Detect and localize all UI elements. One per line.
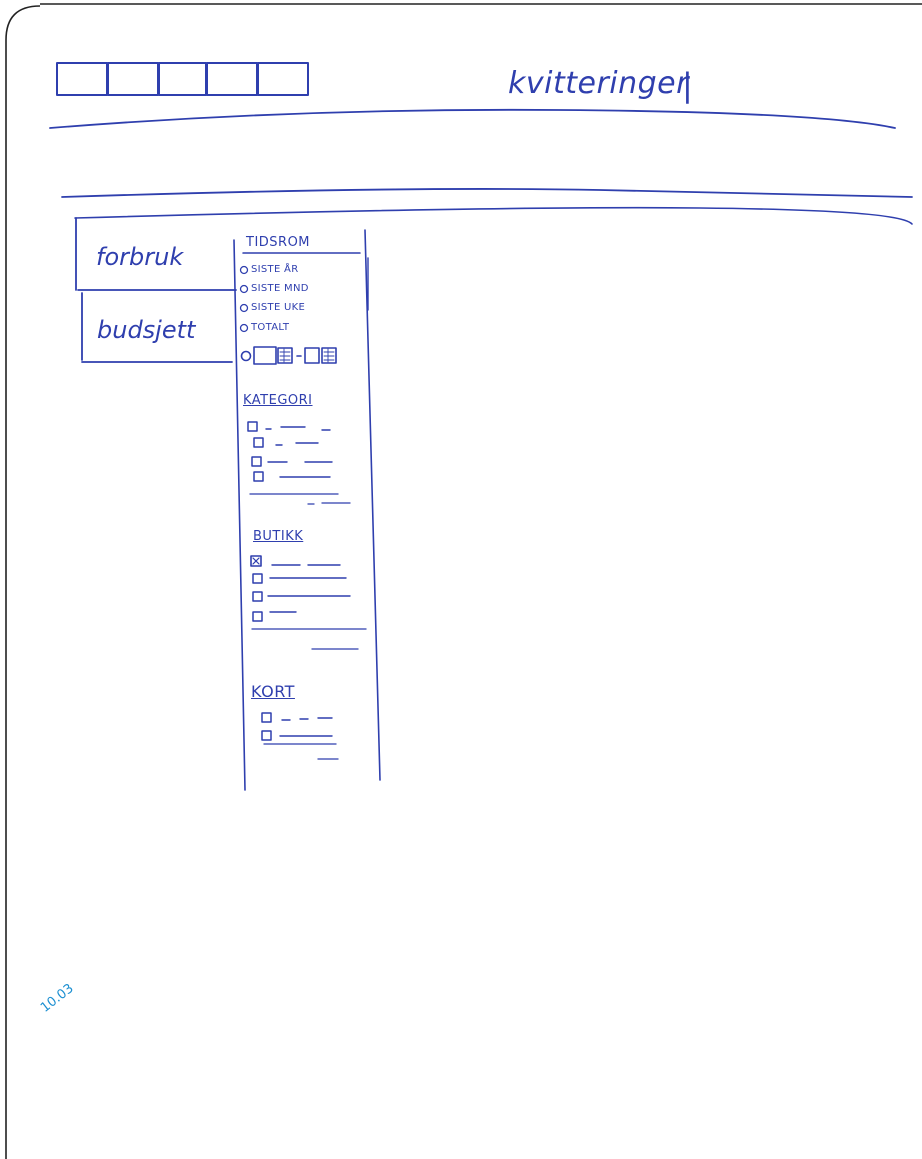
butikk-list <box>250 555 367 650</box>
filter-panel-right-border <box>364 229 381 781</box>
sidebar-item-label: budsjett <box>97 316 196 344</box>
kategori-checkbox-1[interactable] <box>247 421 258 432</box>
kategori-checkbox-2[interactable] <box>253 437 264 448</box>
toolbar-button-4[interactable] <box>206 62 258 96</box>
option-siste-mnd[interactable]: SISTE MND <box>251 283 309 294</box>
toolbar-button-5[interactable] <box>257 62 309 96</box>
custom-range-row <box>240 346 337 365</box>
kort-list <box>261 712 339 760</box>
radio-totalt[interactable] <box>239 323 249 333</box>
kort-heading: KORT <box>251 682 295 701</box>
option-totalt[interactable]: TOTALT <box>251 322 289 333</box>
kategori-checkbox-3[interactable] <box>251 456 262 467</box>
page-frame <box>5 3 922 1159</box>
range-end-field[interactable] <box>304 347 320 364</box>
radio-siste-ar[interactable] <box>239 265 249 275</box>
radio-siste-uke[interactable] <box>239 303 249 313</box>
sketch-canvas <box>5 3 922 1159</box>
kort-checkbox-2[interactable] <box>261 730 272 741</box>
sidebar-item-label: forbruk <box>96 243 184 271</box>
radio-siste-mnd[interactable] <box>239 284 249 294</box>
toolbar-button-2[interactable] <box>107 62 159 96</box>
butikk-checkbox-3[interactable] <box>252 591 263 602</box>
title-cursor: | <box>682 66 693 104</box>
band-line-bottom <box>74 206 913 225</box>
sidebar-item-budsjett[interactable]: budsjett <box>97 316 195 344</box>
toolbar-button-1[interactable] <box>56 62 108 96</box>
kategori-checkbox-4[interactable] <box>253 471 264 482</box>
kategori-heading: KATEGORI <box>243 393 313 408</box>
kategori-list <box>247 421 351 505</box>
filter-panel-left-border <box>233 239 246 791</box>
option-siste-uke[interactable]: SISTE UKE <box>251 302 305 313</box>
option-siste-ar[interactable]: SISTE ÅR <box>251 264 298 275</box>
range-start-calendar-icon[interactable] <box>277 347 293 364</box>
butikk-checkbox-2[interactable] <box>252 573 263 584</box>
range-end-calendar-icon[interactable] <box>321 347 337 364</box>
radio-custom-range[interactable] <box>240 350 252 362</box>
sidebar-item-forbruk[interactable]: forbruk <box>96 243 183 271</box>
header-divider <box>49 108 896 129</box>
butikk-heading: BUTIKK <box>253 529 304 544</box>
tidsrom-radios <box>239 265 249 333</box>
toolbar <box>56 62 309 96</box>
range-start-field[interactable] <box>253 346 277 365</box>
page-title: kvitteringer <box>508 66 689 101</box>
tidsrom-heading: TIDSROM <box>246 235 311 250</box>
toolbar-button-3[interactable] <box>158 62 207 96</box>
band-line-top <box>61 188 913 198</box>
butikk-checkbox-4[interactable] <box>252 611 263 622</box>
kort-checkbox-1[interactable] <box>261 712 272 723</box>
